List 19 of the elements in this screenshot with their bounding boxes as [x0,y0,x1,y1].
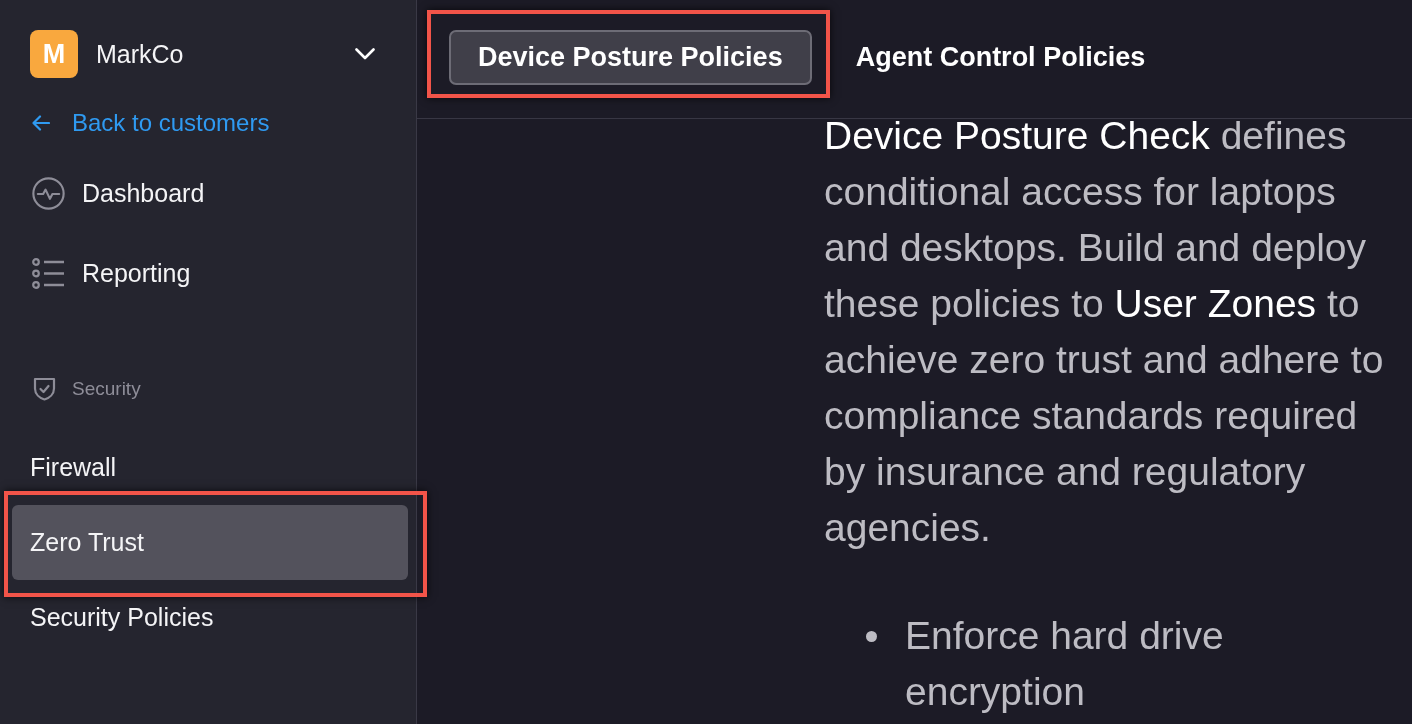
account-avatar: M [30,30,78,78]
shield-check-icon [33,377,56,401]
chevron-down-icon[interactable] [355,48,375,60]
nav-item[interactable]: Security Policies [12,580,408,655]
nav-item[interactable]: Firewall [12,430,408,505]
account-name: MarkCo [96,39,184,69]
list-item-text: Enforce hard drive encryption [905,613,1225,715]
nav-item[interactable]: Reporting [12,233,408,313]
nav-item[interactable]: Zero Trust [12,505,408,580]
bullet-icon [866,630,877,642]
section-label: Security [72,378,141,400]
arrow-left-icon [32,115,50,131]
nav-item[interactable]: Dashboard [12,153,408,233]
pulse-circle-icon [32,176,65,210]
back-link[interactable]: Back to customers [32,109,270,137]
tab[interactable]: Agent Control Policies [826,30,1175,85]
description-text: Device Posture Check defines conditional access for laptops and desktops. Build and deploy these policies to User Zones to achieve zero trust and adhere to compliance standards required by insurance and regulatory agencies. [824,119,1385,551]
list-icon [32,257,65,289]
tab[interactable]: Device Posture Policies [449,30,812,85]
